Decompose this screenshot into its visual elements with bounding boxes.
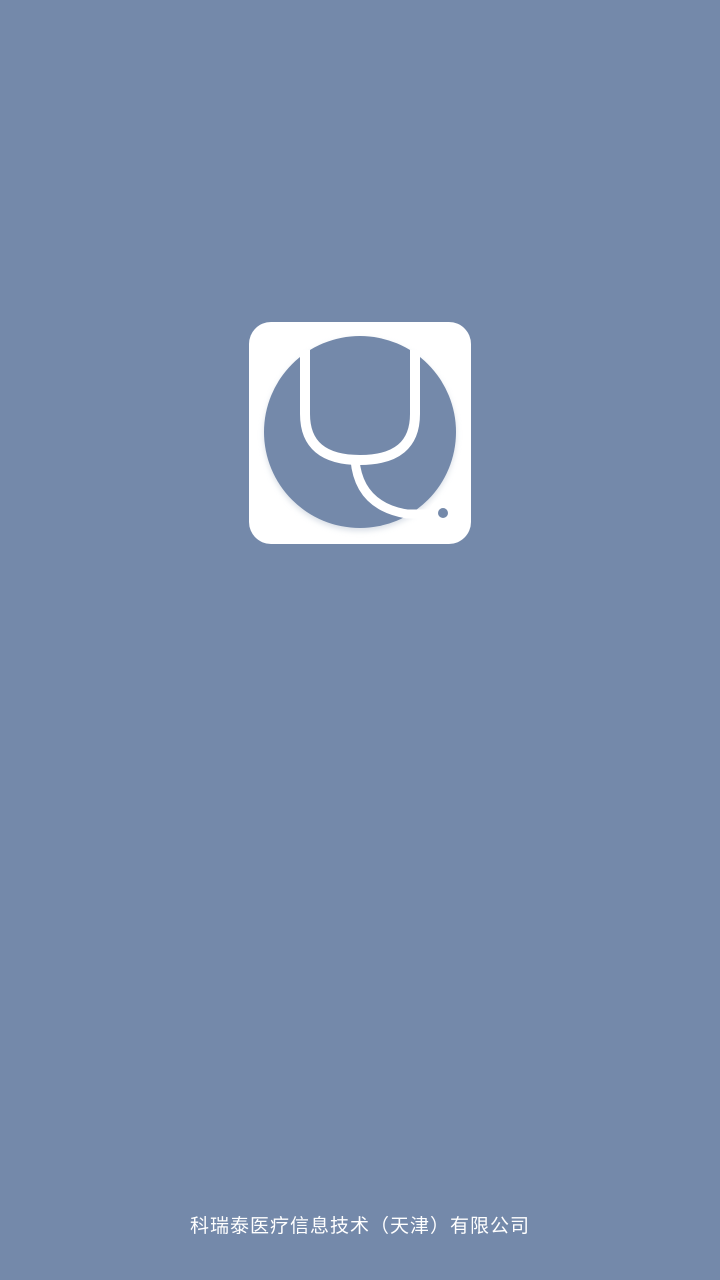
splash-screen: 科瑞泰医疗信息技术（天津）有限公司 <box>0 0 720 1280</box>
app-logo <box>249 322 471 544</box>
company-name: 科瑞泰医疗信息技术（天津）有限公司 <box>189 1215 530 1237</box>
stethoscope-icon <box>249 322 471 544</box>
